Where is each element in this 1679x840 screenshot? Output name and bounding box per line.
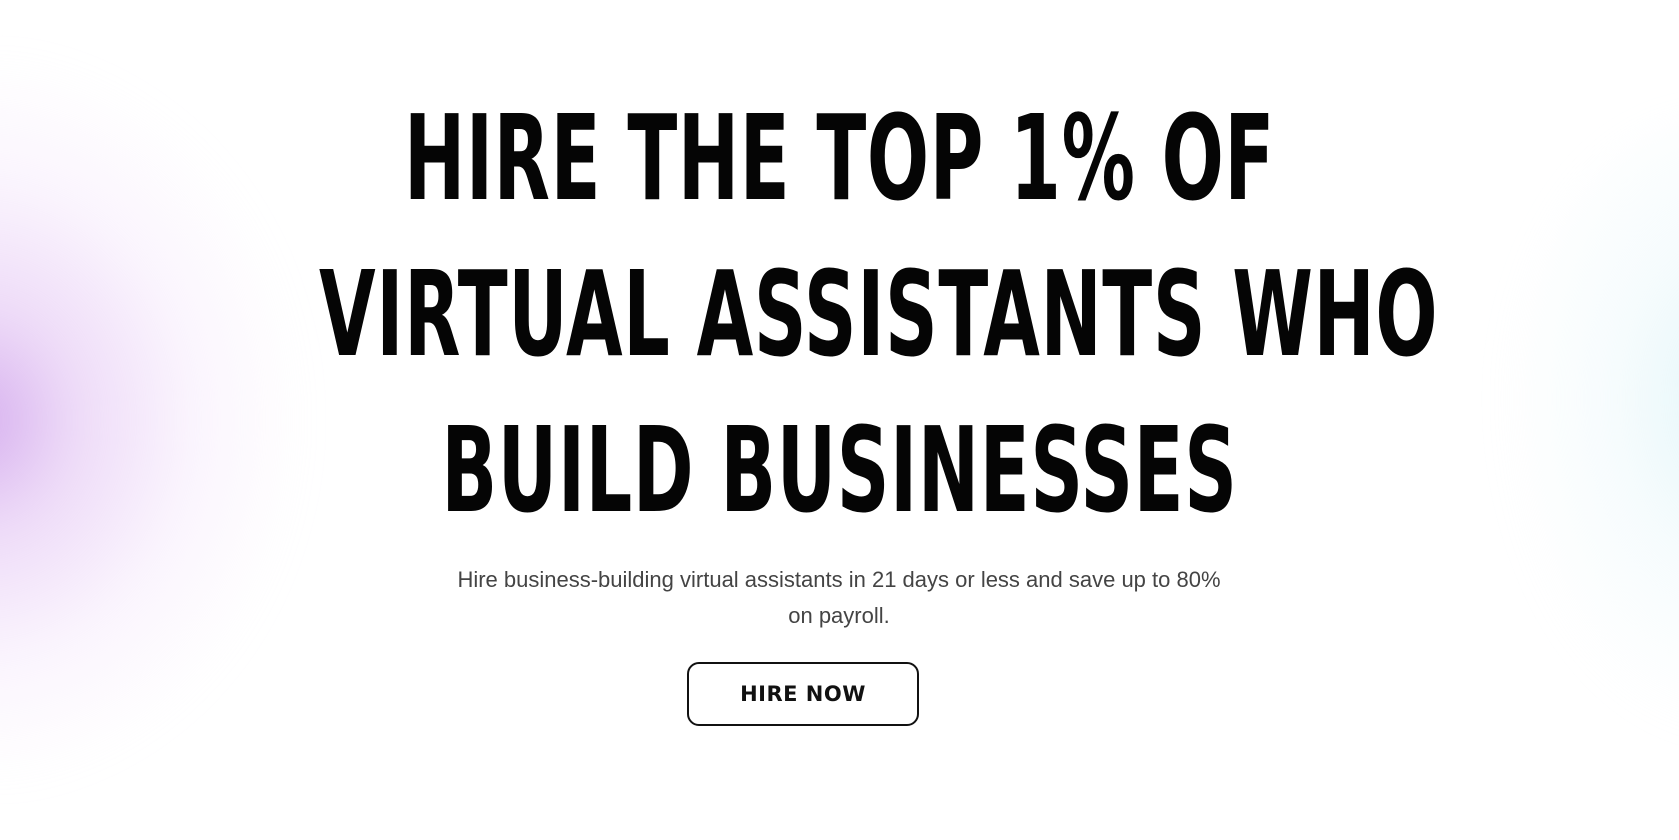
headline-line-3: build businesses	[441, 401, 1238, 539]
headline-line-2: virtual assistants who	[319, 245, 1439, 383]
page: Hire the top 1% of virtual assistants wh…	[0, 0, 1679, 840]
hire-now-button[interactable]: HIRE NOW	[687, 662, 919, 726]
hero-subtitle: Hire business-building virtual assistant…	[457, 567, 1221, 628]
headline-line-1: Hire the top 1% of	[403, 89, 1276, 227]
hero-section: Hire the top 1% of virtual assistants wh…	[0, 0, 1679, 840]
